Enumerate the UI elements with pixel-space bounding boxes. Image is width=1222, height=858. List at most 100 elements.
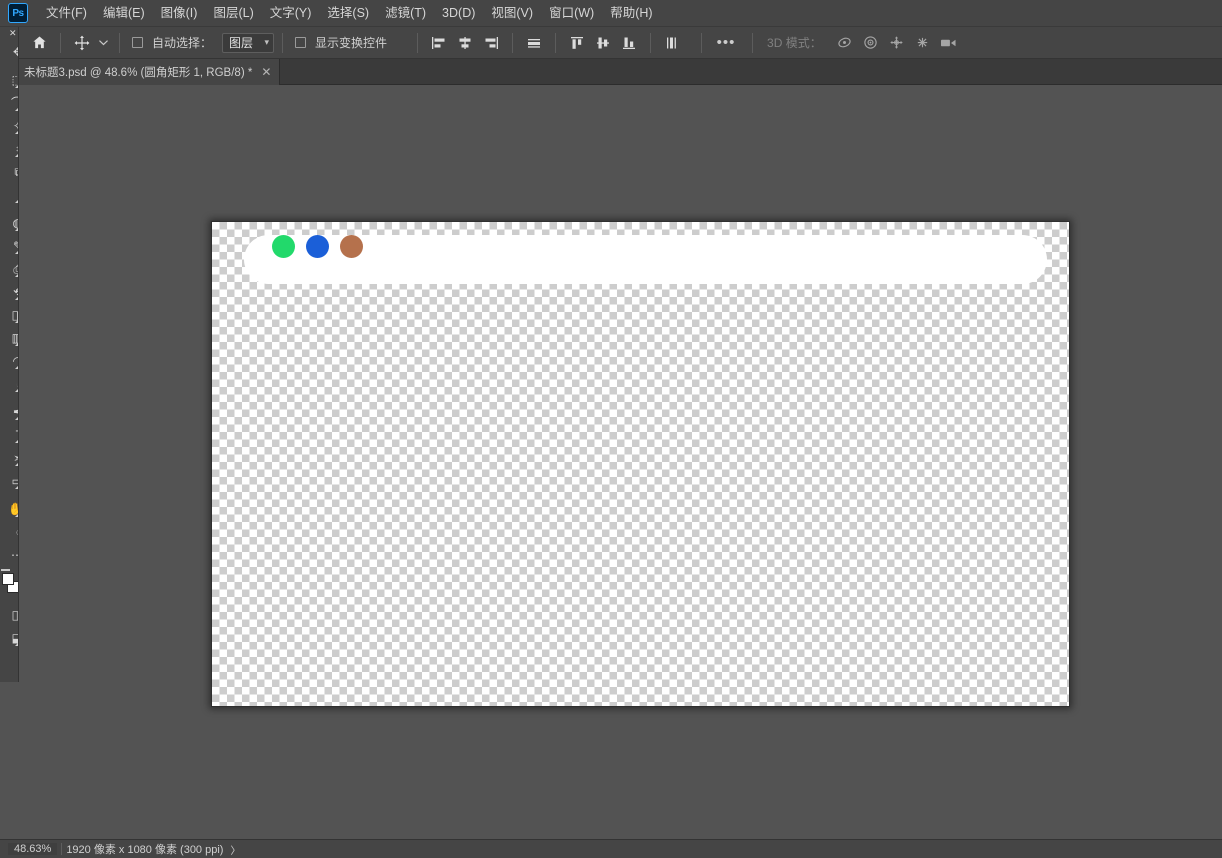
canvas-workspace[interactable]: [19, 85, 1222, 839]
tool-edit-toolbar[interactable]: ⋯: [0, 543, 18, 566]
menu-layer[interactable]: 图层(L): [205, 2, 261, 24]
tool-object-selection[interactable]: ✧: [0, 114, 18, 137]
align-right-edges-button[interactable]: [478, 31, 504, 55]
menu-image[interactable]: 图像(I): [153, 2, 206, 24]
tool-rectangular-marquee[interactable]: ⬚: [0, 68, 18, 91]
auto-select-scope-value: 图层: [229, 36, 254, 50]
options-bar: 自动选择： 图层 ▾ 显示变换控件 ••• 3D 模式：: [0, 27, 1222, 59]
quick-mask-icon: ◫: [12, 609, 18, 621]
align-horizontal-centers-button[interactable]: [452, 31, 478, 55]
document-tab-title: 未标题3.psd @ 48.6% (圆角矩形 1, RGB/8) *: [24, 67, 253, 79]
rotate-3d-object-button[interactable]: [832, 31, 858, 55]
zoom-level-field[interactable]: 48.63%: [8, 843, 58, 855]
brush-icon: ✎: [13, 240, 18, 252]
tool-lasso[interactable]: ⌒: [0, 91, 18, 114]
tool-path-selection[interactable]: ➣: [0, 446, 18, 469]
path-selection-icon: ➣: [13, 452, 18, 464]
close-icon[interactable]: ✕: [0, 27, 18, 40]
move-tool-icon: ✥: [13, 46, 18, 58]
tool-pen[interactable]: ✒: [0, 400, 18, 423]
options-separator-6: [555, 32, 557, 53]
options-separator-9: [752, 32, 754, 53]
menu-select[interactable]: 选择(S): [319, 2, 377, 24]
eyedropper-icon: ⌇: [17, 189, 18, 201]
tools-panel: ✕ ✥ ⬚ ⌒ ✧ ⌗ ⧉ ⌇ ◍ ✎ ⎙ ⟲ ◨ ▥ ◠ ◑ ✒ T ➣ ▭ …: [0, 27, 19, 682]
options-separator-7: [650, 32, 652, 53]
crop-icon: ⌗: [16, 143, 18, 155]
menu-window[interactable]: 窗口(W): [541, 2, 602, 24]
menu-filter[interactable]: 滤镜(T): [377, 2, 434, 24]
color-swatches[interactable]: [0, 569, 18, 603]
tool-brush[interactable]: ✎: [0, 234, 18, 257]
blur-icon: ◠: [13, 355, 18, 367]
foreground-color-swatch[interactable]: [2, 573, 14, 585]
document-tab-strip: 未标题3.psd @ 48.6% (圆角矩形 1, RGB/8) * ✕: [0, 59, 1222, 85]
circle-brown[interactable]: [340, 235, 363, 258]
align-left-edges-button[interactable]: [426, 31, 452, 55]
auto-select-scope-dropdown[interactable]: 图层 ▾: [222, 32, 275, 53]
more-options-button[interactable]: •••: [710, 31, 742, 55]
menu-bar: Ps 文件(F) 编辑(E) 图像(I) 图层(L) 文字(Y) 选择(S) 滤…: [0, 0, 1222, 27]
menu-type[interactable]: 文字(Y): [262, 2, 320, 24]
auto-select-checkbox-box[interactable]: [132, 37, 143, 48]
move-tool-icon[interactable]: [69, 31, 95, 55]
show-transform-controls-checkbox[interactable]: 显示变换控件: [291, 32, 395, 53]
menu-3d[interactable]: 3D(D): [434, 2, 483, 24]
slide-3d-object-button[interactable]: [910, 31, 936, 55]
quick-mask-toggle[interactable]: ◫: [0, 603, 18, 626]
zoom-icon: ◌: [16, 526, 18, 538]
ellipsis-icon: ⋯: [11, 549, 18, 561]
pen-icon: ✒: [13, 406, 18, 418]
menu-view[interactable]: 视图(V): [483, 2, 541, 24]
home-icon[interactable]: [26, 31, 52, 55]
tool-crop[interactable]: ⌗: [0, 137, 18, 160]
clone-stamp-icon: ⎙: [13, 263, 18, 275]
options-separator-5: [512, 32, 514, 53]
document-dimensions-label: 1920 像素 x 1080 像素 (300 ppi): [66, 844, 224, 856]
tool-eraser[interactable]: ◨: [0, 303, 18, 326]
frame-icon: ⧉: [14, 166, 18, 178]
tool-horizontal-type[interactable]: T: [0, 423, 18, 446]
tool-history-brush[interactable]: ⟲: [0, 280, 18, 303]
options-separator-2: [119, 32, 120, 53]
circle-blue[interactable]: [306, 235, 329, 258]
tool-clone-stamp[interactable]: ⎙: [0, 257, 18, 280]
tool-dodge[interactable]: ◑: [0, 372, 18, 395]
show-transform-label: 显示变换控件: [315, 36, 388, 50]
document-canvas[interactable]: [211, 221, 1070, 707]
roll-3d-object-button[interactable]: [858, 31, 884, 55]
tool-spot-healing-brush[interactable]: ◍: [0, 211, 18, 234]
menu-file[interactable]: 文件(F): [38, 2, 95, 24]
tool-frame[interactable]: ⧉: [0, 160, 18, 183]
chevron-down-icon[interactable]: [95, 31, 111, 55]
distribute-horizontal-button[interactable]: [521, 31, 547, 55]
tool-gradient[interactable]: ▥: [0, 326, 18, 349]
menu-help[interactable]: 帮助(H): [602, 2, 660, 24]
align-bottom-edges-button[interactable]: [616, 31, 642, 55]
scale-3d-object-button[interactable]: [936, 31, 962, 55]
screen-mode-toggle[interactable]: ⬓: [0, 626, 18, 649]
document-tab[interactable]: 未标题3.psd @ 48.6% (圆角矩形 1, RGB/8) * ✕: [14, 59, 281, 85]
auto-select-label: 自动选择：: [152, 36, 213, 50]
circle-green[interactable]: [272, 235, 295, 258]
auto-select-checkbox[interactable]: 自动选择：: [128, 32, 220, 53]
align-vertical-centers-button[interactable]: [590, 31, 616, 55]
tool-hand[interactable]: ✋: [0, 497, 18, 520]
type-icon: T: [16, 429, 18, 441]
show-transform-checkbox-box[interactable]: [295, 37, 307, 48]
tool-eyedropper[interactable]: ⌇: [0, 183, 18, 206]
chevron-right-icon[interactable]: 〉: [230, 842, 240, 857]
eraser-icon: ◨: [12, 309, 18, 321]
close-icon[interactable]: ✕: [261, 66, 271, 78]
tool-blur[interactable]: ◠: [0, 349, 18, 372]
tool-move[interactable]: ✥: [0, 40, 18, 63]
status-bar: 48.63% 1920 像素 x 1080 像素 (300 ppi) 〉: [0, 839, 1222, 858]
tool-rectangle[interactable]: ▭: [0, 469, 18, 492]
tool-zoom[interactable]: ◌: [0, 520, 18, 543]
menu-edit[interactable]: 编辑(E): [95, 2, 153, 24]
healing-brush-icon: ◍: [13, 217, 18, 229]
rounded-rectangle-shape[interactable]: [244, 235, 1047, 284]
align-top-edges-button[interactable]: [564, 31, 590, 55]
distribute-vertical-button[interactable]: [659, 31, 685, 55]
drag-3d-object-button[interactable]: [884, 31, 910, 55]
